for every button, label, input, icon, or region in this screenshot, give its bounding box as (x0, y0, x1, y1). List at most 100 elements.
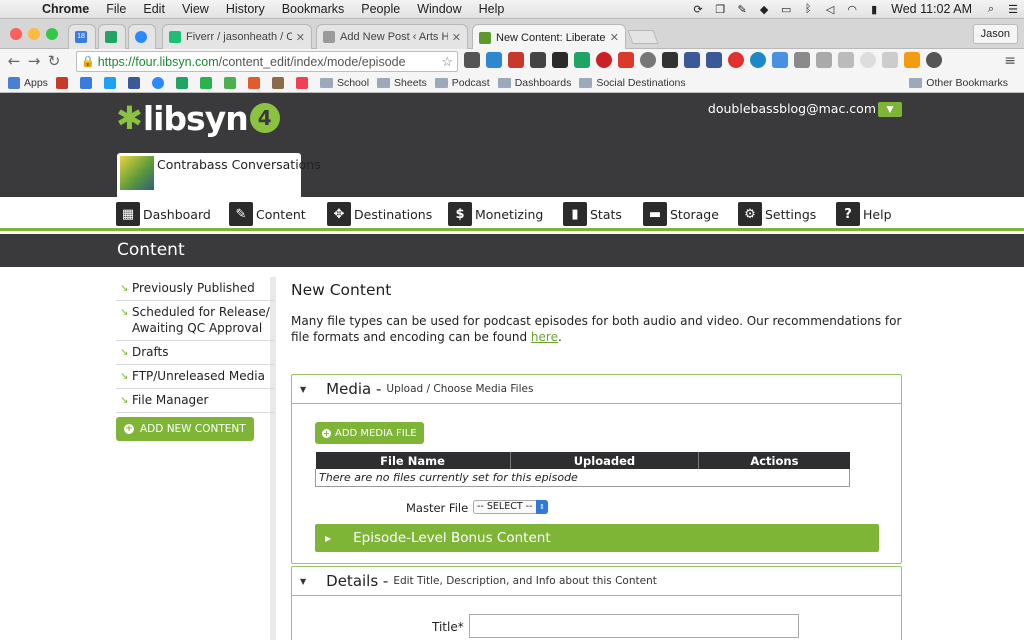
battery-icon[interactable]: ▮ (863, 0, 885, 19)
nav-content[interactable]: ✎ Content (229, 202, 306, 226)
notification-center-icon[interactable]: ☰ (1002, 0, 1024, 19)
address-bar[interactable]: 🔒 https://four.libsyn.com/content_edit/i… (76, 51, 458, 72)
forward-icon[interactable]: → (24, 52, 44, 70)
back-icon[interactable]: ← (4, 52, 24, 70)
bookmark-pocket[interactable] (295, 76, 312, 89)
menu-app-chrome[interactable]: Chrome (36, 2, 98, 16)
reload-icon[interactable]: ↻ (44, 52, 64, 70)
menu-file[interactable]: File (98, 2, 135, 16)
tab-pinned-drive[interactable] (98, 24, 126, 49)
menu-bookmarks[interactable]: Bookmarks (274, 2, 354, 16)
extension-timer-icon[interactable] (926, 52, 942, 68)
dropbox-icon[interactable]: ◆ (753, 0, 775, 19)
tab-pinned-messenger[interactable] (128, 24, 156, 49)
bookmark-photo[interactable] (271, 76, 288, 89)
bookmark-folder-podcast[interactable]: Podcast (434, 77, 490, 89)
libsyn-logo[interactable]: ✱ libsyn 4 (116, 99, 280, 138)
media-panel-header[interactable]: ▼ Media - Upload / Choose Media Files (292, 375, 901, 404)
bookmark-messenger[interactable] (151, 76, 168, 89)
menu-edit[interactable]: Edit (135, 2, 174, 16)
sidebar-item-file-manager[interactable]: ↘ File Manager (116, 389, 274, 413)
bookmark-klout[interactable] (247, 76, 264, 89)
extension-gmail-icon[interactable] (508, 52, 524, 68)
nav-dashboard[interactable]: ▦ Dashboard (116, 202, 211, 226)
master-file-select[interactable]: -- SELECT -- ⇕ (473, 500, 548, 514)
airplay-icon[interactable]: ▭ (775, 0, 797, 19)
extension-screen-icon[interactable] (838, 52, 854, 68)
nav-stats[interactable]: ▮ Stats (563, 202, 622, 226)
nav-monetizing[interactable]: $ Monetizing (448, 202, 543, 226)
extension-search-icon[interactable] (816, 52, 832, 68)
menu-history[interactable]: History (218, 2, 274, 16)
new-tab-button[interactable] (627, 30, 659, 44)
details-panel-header[interactable]: ▼ Details - Edit Title, Description, and… (292, 567, 901, 596)
add-media-file-button[interactable]: + ADD MEDIA FILE (315, 422, 424, 444)
extension-buffer-icon[interactable] (486, 52, 502, 68)
chrome-menu-icon[interactable]: ≡ (1004, 53, 1016, 69)
extension-camera-icon[interactable] (794, 52, 810, 68)
extension-wordpress-icon[interactable] (640, 52, 656, 68)
close-tab-icon[interactable]: ✕ (610, 31, 619, 44)
extension-circle-icon[interactable] (860, 52, 876, 68)
bookmark-folder-school[interactable]: School (319, 77, 369, 89)
add-new-content-button[interactable]: + ADD NEW CONTENT (116, 417, 254, 441)
tab-new-content-active[interactable]: New Content: Liberated Sy ✕ (472, 24, 626, 50)
bookmark-drive[interactable] (175, 76, 192, 89)
bluetooth-icon[interactable]: ᛒ (797, 0, 819, 19)
sidebar-item-drafts[interactable]: ↘ Drafts (116, 341, 274, 365)
collapse-caret-icon[interactable]: ▼ (300, 385, 306, 394)
wifi-icon[interactable]: ◠ (841, 0, 863, 19)
menubar-clock[interactable]: Wed 11:02 AM (885, 2, 980, 16)
profile-button[interactable]: Jason (972, 24, 1018, 44)
bookmark-folder-sheets[interactable]: Sheets (377, 77, 427, 89)
recommendations-link[interactable]: here (531, 330, 558, 344)
bookmark-apps[interactable]: Apps (8, 76, 48, 89)
extension-feedly-icon[interactable] (552, 52, 568, 68)
extension-facebook-2-icon[interactable] (706, 52, 722, 68)
tab-fiverr[interactable]: Fiverr / jasonheath / Conve ✕ (162, 24, 312, 49)
extension-pocket-icon[interactable] (530, 52, 546, 68)
close-tab-icon[interactable]: ✕ (296, 31, 305, 44)
extension-skype-icon[interactable] (750, 52, 766, 68)
extension-drive-icon[interactable] (574, 52, 590, 68)
nav-destinations[interactable]: ✥ Destinations (327, 202, 432, 226)
tab-add-new-post[interactable]: Add New Post ‹ Arts Hacki ✕ (316, 24, 468, 49)
bookmark-feedly[interactable] (199, 76, 216, 89)
menu-people[interactable]: People (353, 2, 409, 16)
close-window-button[interactable] (10, 28, 22, 40)
extension-tag-icon[interactable] (772, 52, 788, 68)
bookmark-twitter[interactable] (103, 76, 120, 89)
menu-view[interactable]: View (174, 2, 218, 16)
spotlight-search-icon[interactable]: ⌕ (980, 0, 1002, 19)
bookmark-folder-social-destinations[interactable]: Social Destinations (579, 77, 686, 89)
extension-bird-icon[interactable] (662, 52, 678, 68)
sidebar-item-previously-published[interactable]: ↘ Previously Published (116, 277, 274, 301)
extension-evernote-icon[interactable] (464, 52, 480, 68)
collapse-caret-icon[interactable]: ▼ (300, 577, 306, 586)
close-tab-icon[interactable]: ✕ (452, 31, 461, 44)
extension-flipboard-icon[interactable] (618, 52, 634, 68)
title-input[interactable] (469, 614, 799, 638)
bookmark-star-icon[interactable]: ☆ (441, 54, 453, 70)
menu-window[interactable]: Window (409, 2, 470, 16)
sidebar-item-ftp-unreleased[interactable]: ↘ FTP/Unreleased Media (116, 365, 274, 389)
extension-pinterest-icon[interactable] (596, 52, 612, 68)
menu-help[interactable]: Help (471, 2, 514, 16)
extension-hubspot-icon[interactable] (904, 52, 920, 68)
bookmark-calendar[interactable] (79, 76, 96, 89)
bookmark-gmail[interactable] (55, 76, 72, 89)
evernote-icon[interactable]: ✎ (731, 0, 753, 19)
extension-rss-icon[interactable] (882, 52, 898, 68)
bookmark-other[interactable]: Other Bookmarks (909, 77, 1008, 89)
show-selector[interactable]: Contrabass Conversations (117, 153, 321, 197)
extension-opera-icon[interactable] (728, 52, 744, 68)
nav-storage[interactable]: ▬ Storage (643, 202, 719, 226)
volume-icon[interactable]: ◁ (819, 0, 841, 19)
timemachine-icon[interactable]: ⟳ (687, 0, 709, 19)
zoom-window-button[interactable] (46, 28, 58, 40)
bookmark-folder-dashboards[interactable]: Dashboards (497, 77, 571, 89)
minimize-window-button[interactable] (28, 28, 40, 40)
copy-icon[interactable]: ❐ (709, 0, 731, 19)
sidebar-item-scheduled[interactable]: ↘ Scheduled for Release/ Awaiting QC Appr… (116, 301, 274, 341)
episode-bonus-content-toggle[interactable]: ▶ Episode-Level Bonus Content (315, 524, 879, 552)
